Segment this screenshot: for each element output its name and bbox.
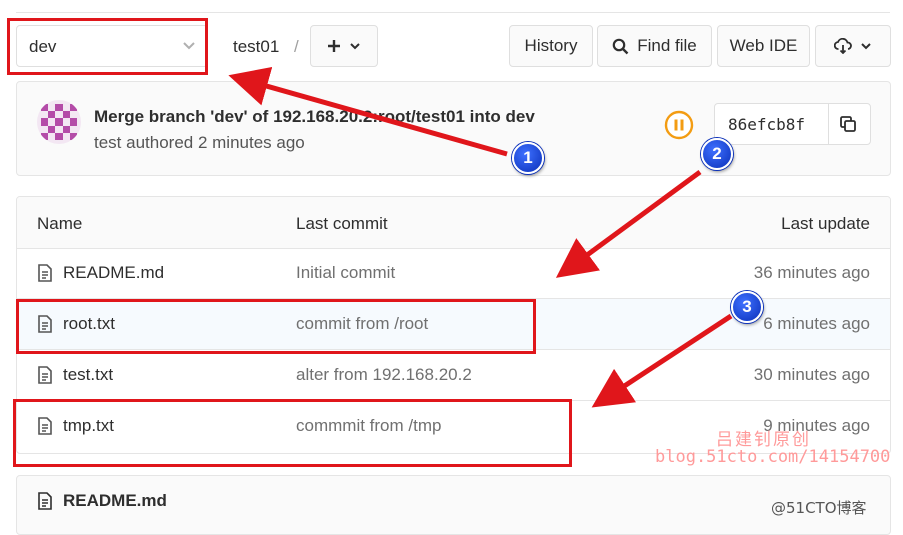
breadcrumb-project[interactable]: test01 (233, 37, 279, 57)
file-last-commit[interactable]: Initial commit (296, 263, 395, 283)
readme-title[interactable]: README.md (63, 491, 167, 511)
column-header-last-update: Last update (781, 214, 870, 233)
plus-icon (328, 40, 340, 52)
download-icon (834, 38, 852, 54)
file-icon (38, 366, 52, 384)
find-file-label: Find file (637, 36, 697, 55)
table-row[interactable]: test.txt alter from 192.168.20.2 30 minu… (17, 350, 890, 401)
watermark-site: @51CTO博客 (771, 499, 867, 517)
web-ide-label: Web IDE (729, 36, 798, 55)
file-name[interactable]: README.md (63, 263, 164, 283)
file-icon (38, 264, 52, 282)
breadcrumb-separator: / (294, 37, 299, 56)
download-dropdown-button[interactable] (815, 25, 891, 67)
column-header-last-commit: Last commit (296, 214, 388, 233)
chevron-down-icon (861, 43, 871, 50)
watermark-url: blog.51cto.com/14154700 (655, 447, 891, 467)
column-header-name: Name (37, 214, 83, 233)
history-label: History (524, 36, 578, 55)
file-name[interactable]: test.txt (63, 365, 113, 385)
search-icon (612, 38, 629, 54)
table-row[interactable]: README.md Initial commit 36 minutes ago (17, 248, 890, 299)
commit-title[interactable]: Merge branch 'dev' of 192.168.20.2:root/… (94, 107, 535, 127)
find-file-button[interactable]: Find file (597, 25, 712, 67)
chevron-down-icon (350, 43, 360, 50)
table-header: Name Last commit Last update (17, 197, 890, 249)
web-ide-button[interactable]: Web IDE (717, 25, 810, 67)
readme-header: README.md (16, 475, 891, 535)
file-last-commit[interactable]: alter from 192.168.20.2 (296, 365, 472, 385)
commit-sha[interactable]: 86efcb8f (728, 115, 805, 134)
commit-sha-box: 86efcb8f (714, 103, 871, 145)
annotation-badge: 3 (731, 291, 763, 323)
commit-author-meta: test authored 2 minutes ago (94, 133, 305, 152)
annotation-box-tmp-row (13, 399, 572, 467)
file-last-update: 36 minutes ago (753, 263, 870, 282)
annotation-box-branch (7, 18, 208, 75)
sha-divider (828, 104, 829, 144)
file-icon (38, 492, 52, 510)
copy-icon[interactable] (839, 115, 857, 133)
annotation-box-root-row (16, 299, 536, 354)
annotation-badge: 2 (701, 138, 733, 170)
top-divider (16, 12, 890, 13)
last-commit-panel: Merge branch 'dev' of 192.168.20.2:root/… (16, 81, 891, 176)
history-button[interactable]: History (509, 25, 593, 67)
annotation-badge: 1 (512, 142, 544, 174)
add-dropdown-button[interactable] (310, 25, 378, 67)
file-last-update: 6 minutes ago (763, 314, 870, 333)
avatar[interactable] (37, 100, 81, 144)
file-last-update: 30 minutes ago (753, 365, 870, 384)
pipeline-paused-icon[interactable] (664, 110, 694, 140)
